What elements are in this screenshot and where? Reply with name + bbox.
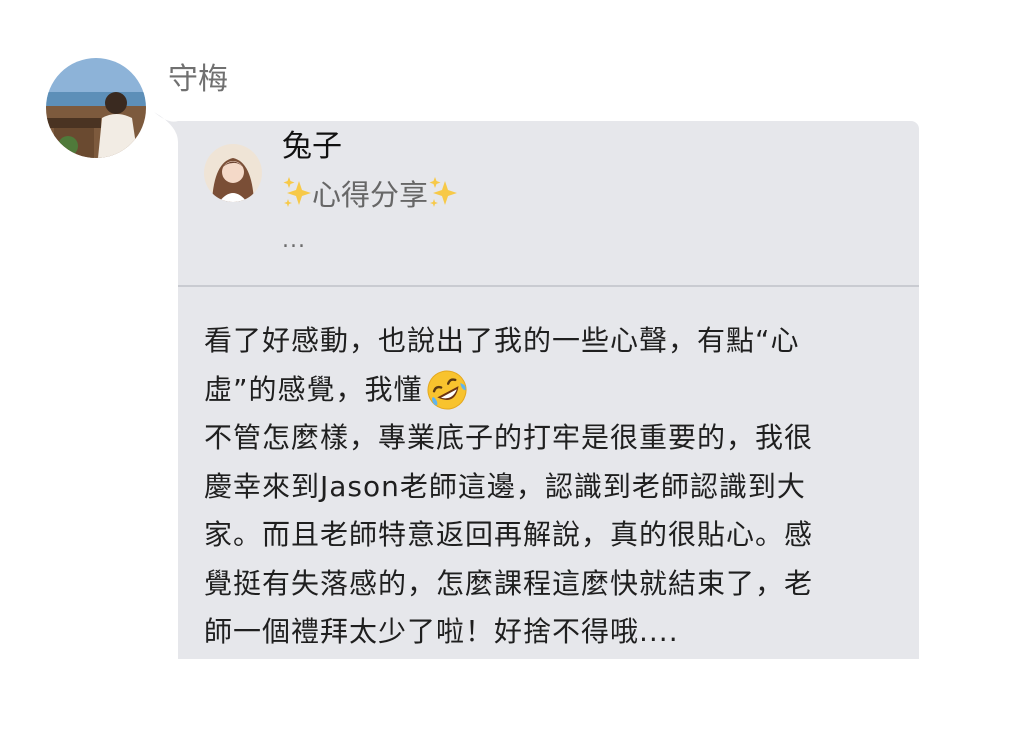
quoted-author-name[interactable]: 兔子 (282, 125, 342, 169)
message-line: 看了好感動，也說出了我的一些心聲，有點“心 (204, 324, 800, 357)
sparkles-icon (283, 177, 311, 207)
message-text: 看了好感動，也說出了我的一些心聲，有點“心 虛”的感覺，我懂 不管怎麼樣，專業底… (204, 317, 890, 657)
quoted-author-avatar[interactable] (204, 144, 262, 202)
message-line: 覺挺有失落感的，怎麼課程這麼快就結束了，老 (204, 566, 814, 600)
sender-avatar[interactable] (46, 58, 146, 158)
quoted-post-ellipsis: ... (282, 228, 306, 253)
quoted-post-title: 心得分享 (282, 171, 458, 215)
message-bubble: 兔子 心得分享 ... 看了好感動，也說出了我的一些心聲，有點“心 虛”的感覺，… (178, 121, 919, 659)
message-line: 不管怎麼樣，專業底子的打牢是很重要的，我很 (204, 421, 814, 454)
message-line: 虛”的感覺，我懂 (204, 366, 890, 415)
message-line: 家。而且老師特意返回再解說，真的很貼心。感 (204, 518, 814, 551)
rolling-on-floor-laughing-icon (427, 370, 467, 410)
sender-name[interactable]: 守梅 (168, 60, 228, 100)
sparkles-icon (429, 177, 458, 207)
quoted-post[interactable]: 兔子 心得分享 ... (178, 121, 919, 287)
quoted-post-title-text: 心得分享 (312, 178, 429, 212)
message-line: 慶幸來到Jason老師這邊，認識到老師認識到大 (204, 469, 806, 503)
message-line: 師一個禮拜太少了啦！好捨不得哦.... (204, 615, 679, 648)
